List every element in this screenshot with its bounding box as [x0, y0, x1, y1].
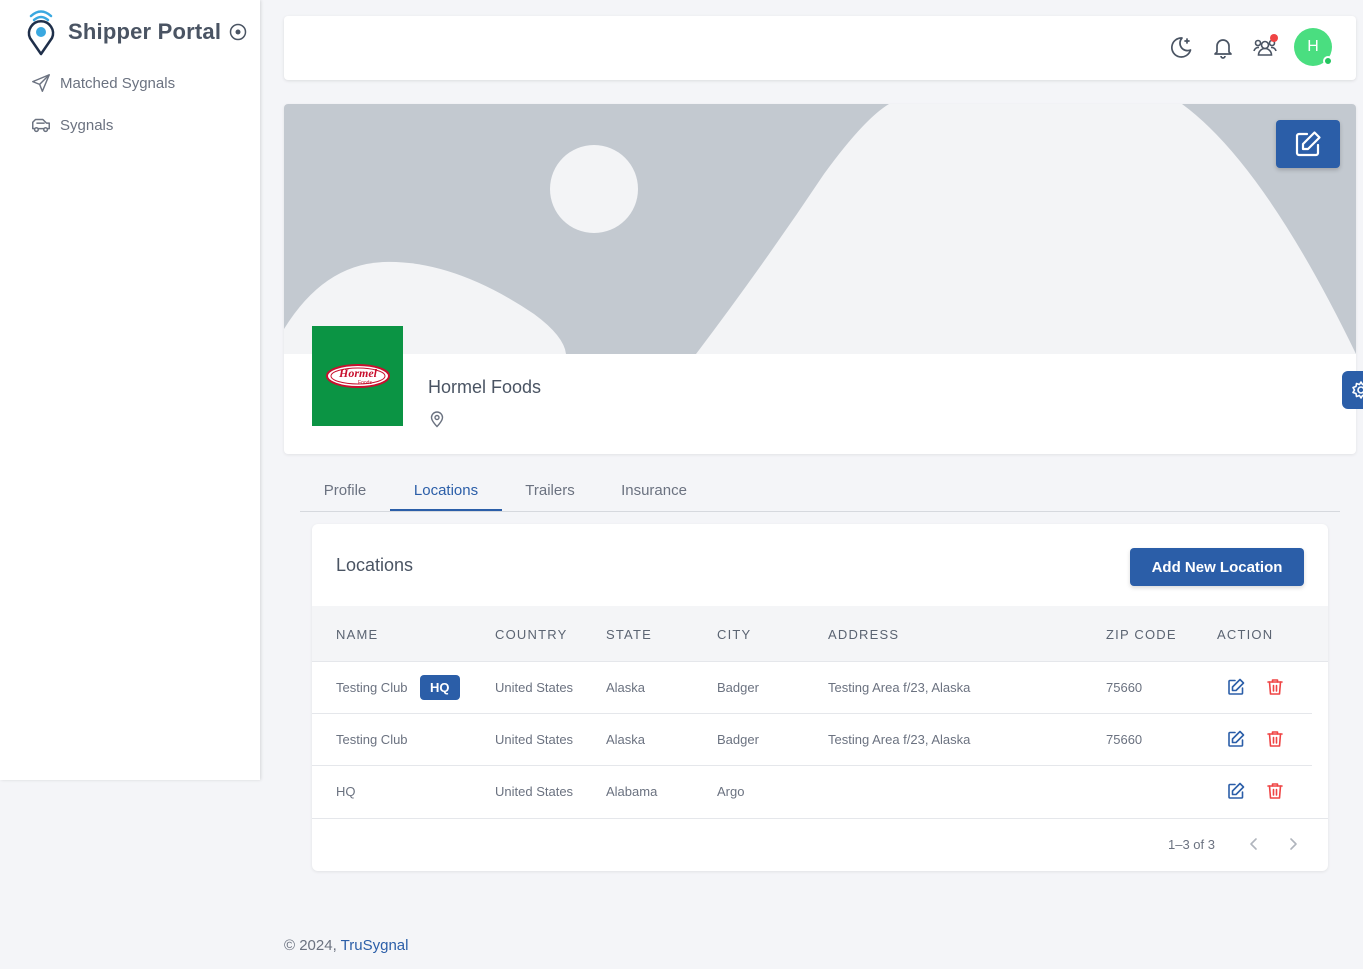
notifications-button[interactable] [1210, 34, 1236, 60]
table-header: NAME COUNTRY STATE CITY ADDRESS ZIP CODE… [312, 606, 1328, 662]
edit-location-button[interactable] [1226, 729, 1246, 749]
table-row: Testing Club HQ United States Alaska Bad… [312, 662, 1312, 714]
tab-locations[interactable]: Locations [390, 482, 502, 511]
cell-city: Badger [717, 680, 759, 695]
copyright-text: © 2024, [284, 937, 337, 954]
cell-name: Testing Club [336, 732, 408, 747]
column-header-action: ACTION [1217, 627, 1274, 642]
delete-location-button[interactable] [1265, 781, 1285, 801]
logo-subtext: Foods [358, 380, 372, 386]
settings-button[interactable] [1342, 371, 1363, 409]
hq-badge: HQ [420, 675, 460, 700]
page-footer: © 2024, TruSygnal [284, 937, 408, 954]
cell-zip: 75660 [1106, 732, 1143, 747]
brand[interactable]: Shipper Portal [24, 8, 247, 56]
tab-insurance[interactable]: Insurance [598, 482, 710, 511]
edit-icon [1228, 730, 1245, 747]
notification-dot [1270, 34, 1278, 42]
pagination-range: 1–3 of 3 [1168, 837, 1215, 852]
column-header-city[interactable]: CITY [717, 627, 751, 642]
table-row: Testing Club United States Alaska Badger… [312, 714, 1312, 766]
cell-city: Badger [717, 732, 759, 747]
sidebar-item-label: Matched Sygnals [60, 74, 176, 92]
cell-state: Alabama [606, 784, 658, 799]
brand-link[interactable]: TruSygnal [341, 937, 409, 954]
chevron-right-icon[interactable] [1285, 836, 1301, 852]
delete-location-button[interactable] [1265, 677, 1285, 697]
sidebar-item-sygnals[interactable]: Sygnals [30, 114, 113, 136]
cell-name: Testing Club [336, 680, 408, 695]
team-button[interactable] [1252, 34, 1278, 60]
online-status-dot [1323, 56, 1333, 66]
bell-icon [1214, 39, 1232, 59]
cell-city: Argo [717, 784, 745, 799]
hormel-logo-icon: Hormel Foods [325, 364, 390, 388]
edit-cover-button[interactable] [1276, 120, 1340, 168]
profile-card: Hormel Foods Hormel Foods [284, 104, 1356, 454]
gear-icon [1352, 381, 1363, 399]
chevron-left-icon[interactable] [1246, 836, 1262, 852]
cell-country: United States [495, 784, 574, 799]
cell-state: Alaska [606, 680, 646, 695]
column-header-address[interactable]: ADDRESS [828, 627, 899, 642]
sidebar-toggle-icon[interactable] [229, 23, 247, 41]
table-footer-divider [312, 818, 1328, 819]
trash-icon [1267, 679, 1283, 695]
top-bar: H [284, 16, 1356, 80]
moon-icon [1171, 37, 1192, 58]
avatar-initial: H [1307, 38, 1319, 55]
truck-icon [32, 118, 50, 133]
cover-image-placeholder [284, 104, 1356, 354]
edit-location-button[interactable] [1226, 781, 1246, 801]
column-header-name[interactable]: NAME [336, 627, 378, 642]
topbar-actions: H [1152, 28, 1333, 66]
cell-country: United States [495, 732, 574, 747]
cell-address: Testing Area f/23, Alaska [828, 680, 971, 695]
edit-location-button[interactable] [1226, 677, 1246, 697]
avatar[interactable]: H [1294, 28, 1333, 66]
tab-profile[interactable]: Profile [300, 482, 390, 511]
app-title: Shipper Portal [68, 19, 222, 44]
tab-trailers[interactable]: Trailers [502, 482, 598, 511]
send-icon [32, 74, 50, 92]
logo-text: Hormel [338, 366, 378, 380]
column-header-state[interactable]: STATE [606, 627, 652, 642]
cell-state: Alaska [606, 732, 646, 747]
profile-tabs: Profile Locations Trailers Insurance [300, 472, 1340, 512]
sidebar-item-label: Sygnals [60, 116, 114, 134]
theme-toggle-button[interactable] [1168, 34, 1194, 60]
company-logo: Hormel Foods [312, 326, 403, 426]
edit-icon [1228, 678, 1245, 695]
column-header-zip-code[interactable]: ZIP CODE [1106, 627, 1177, 642]
table-row: HQ United States Alabama Argo [312, 766, 1312, 818]
cell-name: HQ [336, 784, 356, 799]
column-header-country[interactable]: COUNTRY [495, 627, 567, 642]
add-new-location-button[interactable]: Add New Location [1130, 548, 1304, 586]
company-name: Hormel Foods [428, 377, 542, 397]
delete-location-button[interactable] [1265, 729, 1285, 749]
locations-card: Locations Add New Location NAME COUNTRY … [312, 524, 1328, 871]
cell-address: Testing Area f/23, Alaska [828, 732, 971, 747]
cell-country: United States [495, 680, 574, 695]
trash-icon [1267, 731, 1283, 747]
locations-title: Locations [336, 555, 414, 575]
edit-icon [1295, 131, 1321, 157]
brand-logo-icon [27, 10, 55, 56]
edit-icon [1228, 782, 1245, 799]
cell-zip: 75660 [1106, 680, 1143, 695]
location-pin-icon [430, 411, 444, 428]
trash-icon [1267, 783, 1283, 799]
sidebar-item-matched-sygnals[interactable]: Matched Sygnals [30, 72, 175, 94]
sidebar: Shipper Portal Matched Sygnals Sygnals [0, 0, 260, 780]
